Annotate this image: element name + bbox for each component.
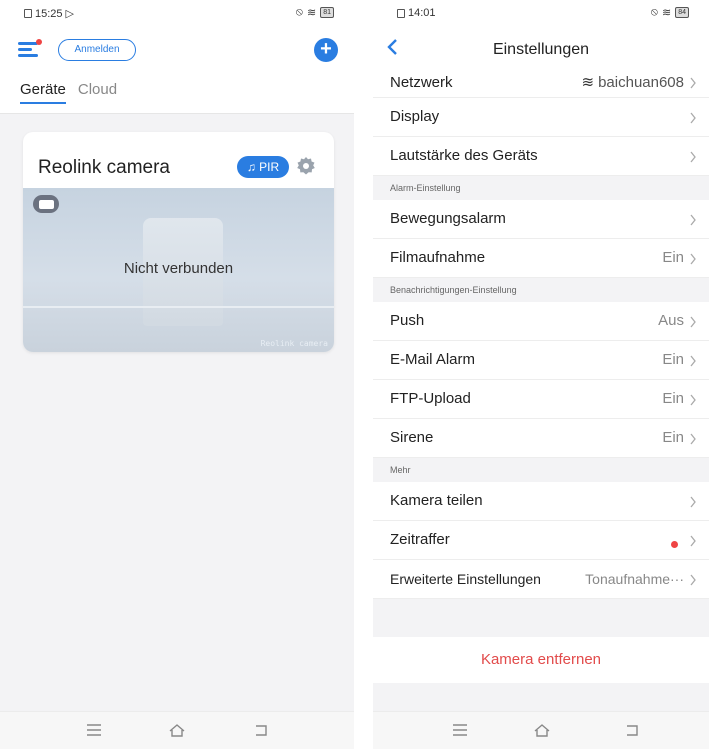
camera-name: Reolink camera bbox=[38, 157, 170, 178]
chevron-right-icon bbox=[690, 535, 696, 547]
app-header: Anmelden + Geräte Cloud bbox=[0, 26, 354, 114]
system-navbar bbox=[0, 711, 354, 749]
row-value: ≋ baichuan608 bbox=[581, 73, 685, 92]
battery-icon: 81 bbox=[320, 7, 334, 18]
mute-icon: ⦸ bbox=[650, 6, 658, 18]
row-kamera-teilen[interactable]: Kamera teilen bbox=[373, 482, 709, 521]
row-value: Ein bbox=[662, 390, 684, 407]
chevron-right-icon bbox=[690, 394, 696, 406]
chevron-right-icon bbox=[690, 574, 696, 586]
chevron-right-icon bbox=[690, 112, 696, 124]
right-screen: 14:01 ⦸ ≋ 84 Einstellungen Netzwerk ≋ baich… bbox=[373, 0, 709, 749]
play-icon: ▷ bbox=[65, 8, 74, 20]
pir-badge[interactable]: ♫ PIR bbox=[237, 156, 289, 178]
mute-icon: ⦸ bbox=[295, 6, 303, 18]
row-value: Ein bbox=[662, 249, 684, 266]
status-bar: 14:01 ⦸ ≋ 84 bbox=[373, 0, 709, 26]
row-value bbox=[671, 541, 684, 548]
notification-icon bbox=[24, 9, 32, 18]
plus-circle-icon: + bbox=[320, 38, 332, 60]
row-label: Zeitraffer bbox=[390, 531, 450, 548]
section-more: Mehr bbox=[373, 458, 709, 482]
row-netzwerk[interactable]: Netzwerk ≋ baichuan608 bbox=[373, 70, 709, 98]
tab-cloud[interactable]: Cloud bbox=[78, 81, 117, 104]
system-navbar bbox=[373, 711, 709, 749]
row-zeitraffer[interactable]: Zeitraffer bbox=[373, 521, 709, 560]
row-label: Netzwerk bbox=[390, 74, 453, 91]
row-value: Tonaufnahme··· bbox=[585, 571, 684, 587]
camera-card[interactable]: Reolink camera ♫ PIR Nicht verbunden Reo… bbox=[23, 132, 334, 352]
notification-dot bbox=[36, 39, 42, 45]
wifi-status-icon: ≋ bbox=[661, 7, 672, 19]
row-value: Ein bbox=[662, 351, 684, 368]
row-display[interactable]: Display bbox=[373, 98, 709, 137]
chevron-right-icon bbox=[690, 151, 696, 163]
notification-icon bbox=[397, 8, 405, 18]
row-label: Display bbox=[390, 108, 440, 125]
row-sirene[interactable]: Sirene Ein bbox=[373, 419, 709, 458]
new-indicator-dot bbox=[671, 541, 678, 548]
home-icon[interactable] bbox=[168, 722, 186, 738]
section-notifications: Benachrichtigungen-Einstellung bbox=[373, 278, 709, 302]
login-button[interactable]: Anmelden bbox=[58, 39, 136, 61]
add-device-button[interactable]: + bbox=[314, 38, 338, 62]
gear-icon[interactable] bbox=[296, 156, 316, 176]
camera-preview[interactable]: Nicht verbunden Reolink camera bbox=[23, 188, 334, 352]
back-icon[interactable] bbox=[623, 722, 641, 738]
row-label: Kamera teilen bbox=[390, 492, 483, 509]
home-icon[interactable] bbox=[533, 722, 551, 738]
status-time: 15:25 bbox=[35, 7, 63, 20]
chevron-right-icon bbox=[690, 316, 696, 328]
chevron-right-icon bbox=[690, 214, 696, 226]
settings-header: Einstellungen bbox=[373, 26, 709, 70]
device-tabs: Geräte Cloud bbox=[20, 81, 117, 104]
row-bewegungsalarm[interactable]: Bewegungsalarm bbox=[373, 200, 709, 239]
wifi-status-icon: ≋ bbox=[306, 7, 317, 19]
section-alarm: Alarm-Einstellung bbox=[373, 176, 709, 200]
row-filmaufnahme[interactable]: Filmaufnahme Ein bbox=[373, 239, 709, 278]
row-label: Sirene bbox=[390, 429, 434, 446]
row-lautstaerke[interactable]: Lautstärke des Geräts bbox=[373, 137, 709, 176]
connection-status: Nicht verbunden bbox=[123, 260, 234, 277]
left-screen: 15:25 ▷ ⦸ ≋ 81 Anmelden + Geräte Cloud Reol… bbox=[0, 0, 354, 749]
row-label: Erweiterte Einstellungen bbox=[390, 571, 541, 587]
chevron-right-icon bbox=[690, 355, 696, 367]
chevron-right-icon bbox=[690, 253, 696, 265]
preview-watermark: Reolink camera bbox=[260, 339, 328, 348]
page-title: Einstellungen bbox=[492, 41, 590, 58]
pir-label: PIR bbox=[259, 160, 280, 174]
preview-shelf bbox=[23, 306, 334, 308]
battery-icon: 84 bbox=[675, 7, 689, 18]
row-erweiterte-einstellungen[interactable]: Erweiterte Einstellungen Tonaufnahme··· bbox=[373, 560, 709, 599]
chevron-right-icon bbox=[690, 496, 696, 508]
menu-icon[interactable] bbox=[18, 39, 42, 58]
tab-geraete[interactable]: Geräte bbox=[20, 81, 66, 104]
settings-list: Netzwerk ≋ baichuan608 Display Lautstärke… bbox=[373, 70, 709, 683]
row-value: Ein bbox=[662, 429, 684, 446]
status-bar: 15:25 ▷ ⦸ ≋ 81 bbox=[0, 0, 354, 26]
row-label: Filmaufnahme bbox=[390, 249, 486, 266]
row-label: Bewegungsalarm bbox=[390, 210, 506, 227]
remove-camera-button[interactable]: Kamera entfernen bbox=[373, 637, 709, 683]
row-label: E-Mail Alarm bbox=[390, 351, 476, 368]
bell-icon: ♫ bbox=[246, 160, 260, 174]
row-label: Lautstärke des Geräts bbox=[390, 147, 538, 164]
battery-badge-icon bbox=[33, 195, 59, 213]
chevron-right-icon bbox=[690, 77, 696, 89]
status-time: 14:01 bbox=[408, 7, 436, 19]
back-icon[interactable] bbox=[252, 722, 270, 738]
row-email-alarm[interactable]: E-Mail Alarm Ein bbox=[373, 341, 709, 380]
wifi-icon: ≋ bbox=[581, 74, 595, 91]
row-label: FTP-Upload bbox=[390, 390, 471, 407]
list-spacer bbox=[373, 599, 709, 637]
home-menu-icon[interactable] bbox=[85, 722, 103, 738]
row-push[interactable]: Push Aus bbox=[373, 302, 709, 341]
row-ftp-upload[interactable]: FTP-Upload Ein bbox=[373, 380, 709, 419]
home-menu-icon[interactable] bbox=[451, 722, 469, 738]
chevron-right-icon bbox=[690, 433, 696, 445]
row-label: Push bbox=[390, 312, 425, 329]
row-value: Aus bbox=[658, 312, 684, 329]
